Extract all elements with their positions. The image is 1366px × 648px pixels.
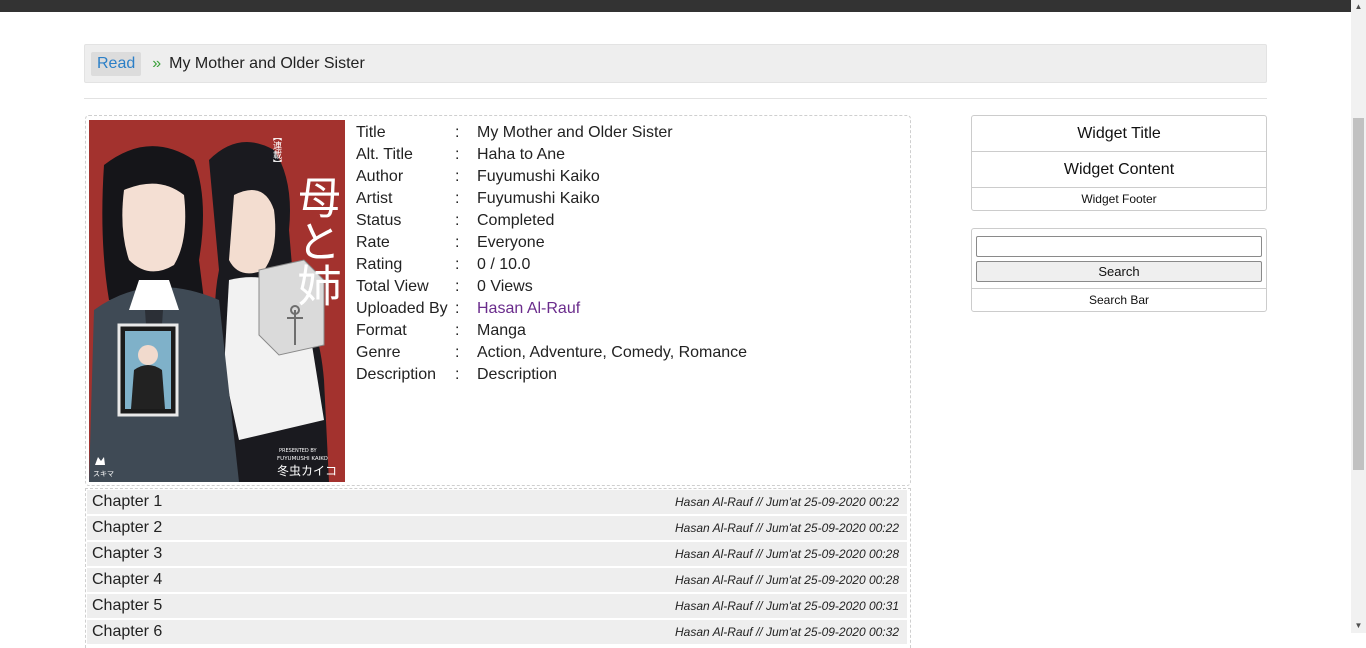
breadcrumb-separator: » [152, 54, 162, 72]
chapter-meta: Hasan Al-Rauf // Jum'at 25-09-2020 00:28 [675, 547, 899, 561]
info-row-uploaded-by: Uploaded By : Hasan Al-Rauf [356, 298, 747, 320]
info-row-rate: Rate : Everyone [356, 232, 747, 254]
chapter-item[interactable]: Chapter 6 Hasan Al-Rauf // Jum'at 25-09-… [87, 620, 907, 644]
chapter-item[interactable]: Chapter 2 Hasan Al-Rauf // Jum'at 25-09-… [87, 516, 907, 540]
cover-publisher: スキマ [93, 470, 114, 478]
widget-title: Widget Title [972, 116, 1266, 152]
info-row-author: Author : Fuyumushi Kaiko [356, 166, 747, 188]
chapter-item[interactable]: Chapter 1 Hasan Al-Rauf // Jum'at 25-09-… [87, 490, 907, 514]
info-colon: : [455, 190, 460, 207]
info-value: Fuyumushi Kaiko [477, 190, 600, 207]
cover-author-en: FUYUMUSHI KAIKO [277, 456, 329, 462]
chapter-meta: Hasan Al-Rauf // Jum'at 25-09-2020 00:28 [675, 573, 899, 587]
info-colon: : [455, 146, 460, 163]
info-key: Format [356, 322, 407, 339]
info-value: Description [477, 366, 558, 383]
info-row-title: Title : My Mother and Older Sister [356, 122, 747, 144]
info-key: Status [356, 212, 402, 229]
chapter-title[interactable]: Chapter 2 [92, 519, 162, 537]
chapter-meta: Hasan Al-Rauf // Jum'at 25-09-2020 00:31 [675, 599, 899, 613]
info-table: Title : My Mother and Older Sister Alt. … [356, 122, 747, 386]
cover-tag-jp: 【連載】 [271, 132, 282, 168]
info-colon: : [455, 344, 460, 361]
chapter-meta: Hasan Al-Rauf // Jum'at 25-09-2020 00:32 [675, 625, 899, 639]
info-colon: : [455, 234, 460, 251]
info-colon: : [455, 256, 460, 273]
scroll-down-arrow-icon[interactable]: ▼ [1351, 619, 1366, 633]
info-key: Alt. Title [356, 146, 413, 163]
info-row-artist: Artist : Fuyumushi Kaiko [356, 188, 747, 210]
divider [84, 98, 1267, 99]
chapter-title[interactable]: Chapter 5 [92, 597, 162, 615]
info-key: Rating [356, 256, 403, 273]
info-value: Completed [477, 212, 555, 229]
cover-presented: PRESENTED BY [279, 448, 318, 454]
info-row-status: Status : Completed [356, 210, 747, 232]
info-key: Genre [356, 344, 401, 361]
info-value: 0 Views [477, 278, 533, 295]
info-value: Everyone [477, 234, 545, 251]
info-colon: : [455, 300, 460, 317]
chapter-meta: Hasan Al-Rauf // Jum'at 25-09-2020 00:22 [675, 495, 899, 509]
cover-image: 母と姉 【連載】 PRESENTED BY FUYUMUSHI KAIKO 冬虫… [89, 120, 345, 482]
info-colon: : [455, 212, 460, 229]
cover-title-jp: 母と姉 [290, 175, 341, 307]
info-colon: : [455, 124, 460, 141]
scrollbar-thumb[interactable] [1353, 118, 1364, 470]
page-scrollbar[interactable]: ▲ ▼ [1351, 0, 1366, 633]
info-value: Manga [477, 322, 526, 339]
info-row-total-view: Total View : 0 Views [356, 276, 747, 298]
info-row-genre: Genre : Action, Adventure, Comedy, Roman… [356, 342, 747, 364]
chapter-list: Chapter 1 Hasan Al-Rauf // Jum'at 25-09-… [87, 490, 907, 646]
chapter-item[interactable]: Chapter 5 Hasan Al-Rauf // Jum'at 25-09-… [87, 594, 907, 618]
cover-author-jp: 冬虫カイコ [277, 463, 337, 478]
breadcrumb-link-read[interactable]: Read [91, 51, 142, 76]
info-value: Action, Adventure, Comedy, Romance [477, 344, 748, 361]
info-row-rating: Rating : 0 / 10.0 [356, 254, 747, 276]
chapter-title[interactable]: Chapter 6 [92, 623, 162, 641]
sidebar-widget: Widget Title Widget Content Widget Foote… [971, 115, 1267, 211]
search-footer: Search Bar [1088, 293, 1150, 307]
info-row-description: Description : Description [356, 364, 747, 386]
top-bar [0, 0, 1351, 12]
info-value: 0 / 10.0 [477, 256, 531, 273]
info-row-alt-title: Alt. Title : Haha to Ane [356, 144, 747, 166]
chapter-item[interactable]: Chapter 4 Hasan Al-Rauf // Jum'at 25-09-… [87, 568, 907, 592]
widget-footer: Widget Footer [1081, 192, 1157, 206]
widget-content: Widget Content [972, 152, 1266, 188]
chapter-meta: Hasan Al-Rauf // Jum'at 25-09-2020 00:22 [675, 521, 899, 535]
info-key: Total View [356, 278, 429, 295]
breadcrumb-current: My Mother and Older Sister [169, 54, 365, 72]
info-key: Artist [356, 190, 393, 207]
info-value: Haha to Ane [477, 146, 566, 163]
info-value: Fuyumushi Kaiko [477, 168, 600, 185]
scroll-up-arrow-icon[interactable]: ▲ [1351, 0, 1366, 14]
info-value: My Mother and Older Sister [477, 124, 673, 141]
chapter-title[interactable]: Chapter 1 [92, 493, 162, 511]
info-colon: : [455, 322, 460, 339]
info-row-format: Format : Manga [356, 320, 747, 342]
search-body: Search [972, 229, 1266, 289]
chapter-item[interactable]: Chapter 3 Hasan Al-Rauf // Jum'at 25-09-… [87, 542, 907, 566]
chapter-title[interactable]: Chapter 3 [92, 545, 162, 563]
info-key: Title [356, 124, 386, 141]
info-colon: : [455, 278, 460, 295]
info-colon: : [455, 366, 460, 383]
chapter-title[interactable]: Chapter 4 [92, 571, 162, 589]
uploader-link[interactable]: Hasan Al-Rauf [477, 300, 580, 317]
info-key: Description [356, 366, 437, 383]
info-key: Uploaded By [356, 300, 448, 317]
info-key: Author [356, 168, 404, 185]
search-input[interactable] [976, 236, 1262, 257]
manga-info-box: 母と姉 【連載】 PRESENTED BY FUYUMUSHI KAIKO 冬虫… [85, 115, 911, 486]
search-button[interactable]: Search [976, 261, 1262, 282]
info-key: Rate [356, 234, 390, 251]
search-widget: Search Search Bar [971, 228, 1267, 312]
info-colon: : [455, 168, 460, 185]
breadcrumb: Read » My Mother and Older Sister [84, 44, 1267, 83]
